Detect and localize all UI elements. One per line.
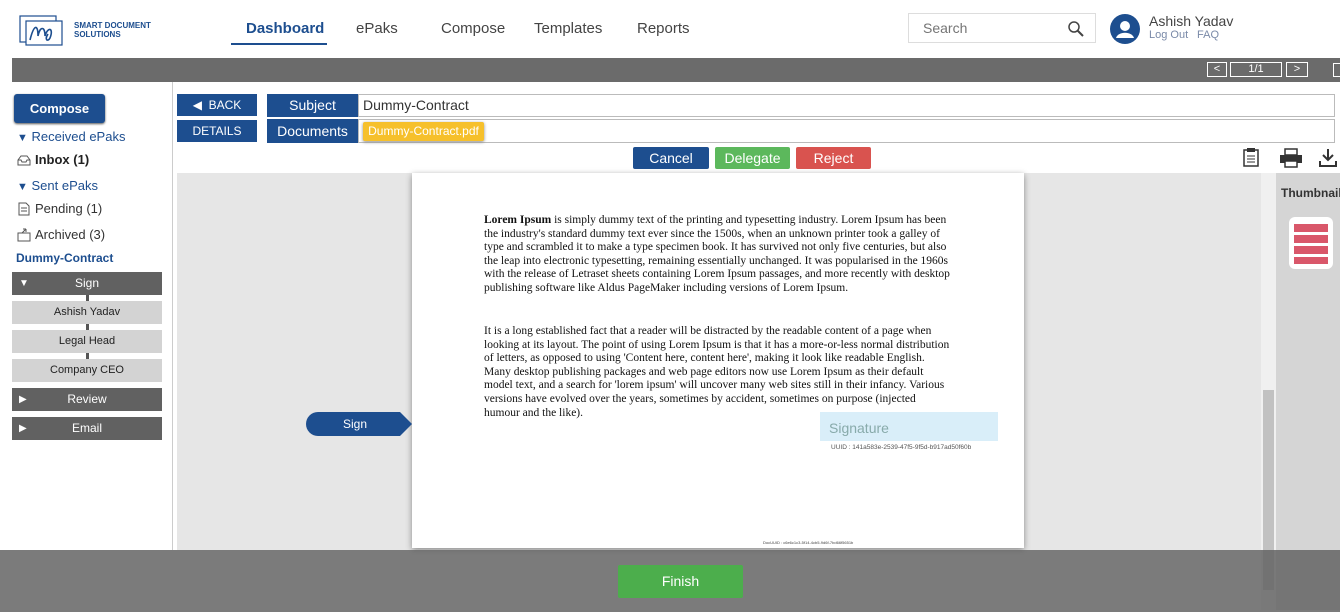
workflow-step-label: Email xyxy=(71,421,102,435)
fit-page-icon[interactable] xyxy=(1333,63,1340,77)
faq-link[interactable]: FAQ xyxy=(1197,29,1219,41)
page-thumbnail[interactable] xyxy=(1288,216,1334,270)
nav-dashboard[interactable]: Dashboard xyxy=(246,20,324,37)
brand-line-1: SMART DOCUMENT xyxy=(74,21,151,30)
back-button[interactable]: ◀ BACK xyxy=(177,94,257,116)
divider xyxy=(172,82,173,550)
inbox-icon xyxy=(17,155,31,166)
sidebar-item-pending[interactable]: Pending (1) xyxy=(35,201,102,216)
paragraph-2: It is a long established fact that a rea… xyxy=(484,325,950,419)
signer-company-ceo[interactable]: Company CEO xyxy=(12,359,162,382)
search-icon[interactable] xyxy=(1066,20,1086,38)
sent-epaks-header[interactable]: ▼ Sent ePaks xyxy=(17,178,98,193)
thumbnails-title: Thumbnails xyxy=(1281,186,1340,200)
search-input[interactable] xyxy=(909,14,1059,42)
workflow-step-email[interactable]: ▶ Email xyxy=(12,417,162,440)
documents-field xyxy=(358,119,1335,143)
nav-compose[interactable]: Compose xyxy=(441,20,505,37)
signer-legal-head[interactable]: Legal Head xyxy=(12,330,162,353)
nav-reports[interactable]: Reports xyxy=(637,20,690,37)
sidebar-item-inbox[interactable]: Inbox (1) xyxy=(35,152,89,167)
msb-logo-icon xyxy=(19,15,63,46)
print-icon[interactable] xyxy=(1279,148,1303,168)
sign-tag-label: Sign xyxy=(342,417,368,431)
document-title[interactable]: Dummy-Contract xyxy=(16,251,113,265)
prev-page-button[interactable]: < xyxy=(1207,62,1227,77)
documents-label: Documents xyxy=(267,119,358,143)
finish-button[interactable]: Finish xyxy=(618,565,743,598)
workflow-step-review[interactable]: ▶ Review xyxy=(12,388,162,411)
expand-icon: ▶ xyxy=(19,423,27,434)
nav-templates[interactable]: Templates xyxy=(534,20,602,37)
user-name: Ashish Yadav xyxy=(1149,13,1234,29)
paragraph-1-text: is simply dummy text of the printing and… xyxy=(484,214,950,294)
expand-icon: ▶ xyxy=(19,394,27,405)
back-label: BACK xyxy=(208,98,242,112)
workflow-step-label: Sign xyxy=(74,276,100,290)
reject-button[interactable]: Reject xyxy=(796,147,871,169)
paragraph-1: Lorem Ipsum is simply dummy text of the … xyxy=(484,214,954,296)
details-button[interactable]: DETAILS xyxy=(177,120,257,142)
workflow-step-label: Review xyxy=(67,392,107,406)
signer-ashish-yadav[interactable]: Ashish Yadav xyxy=(12,301,162,324)
workflow-step-sign[interactable]: ▼ Sign xyxy=(12,272,162,295)
signature-uuid: UUID : 141a583e-2539-47f5-9f5d-b917ad50f… xyxy=(831,444,972,451)
sidebar-item-archived[interactable]: Archived (3) xyxy=(35,227,105,242)
avatar[interactable] xyxy=(1110,14,1140,44)
received-epaks-header[interactable]: ▼ Received ePaks xyxy=(17,129,125,144)
subject-label: Subject xyxy=(267,94,358,117)
archive-icon xyxy=(17,228,31,242)
collapse-icon: ▼ xyxy=(19,278,29,289)
signature-field[interactable]: Signature xyxy=(820,412,998,441)
document-uuid: DocUUID : c6e6c1c3-5f14-4cb5-9d6f-7bd66f… xyxy=(763,540,854,545)
compose-button[interactable]: Compose xyxy=(14,94,105,123)
sign-here-tag[interactable]: Sign xyxy=(306,412,412,436)
brand-line-2: SOLUTIONS xyxy=(74,30,121,39)
download-icon[interactable] xyxy=(1318,148,1338,168)
page-indicator: 1/1 xyxy=(1230,62,1282,77)
delegate-button[interactable]: Delegate xyxy=(715,147,790,169)
subject-field[interactable]: Dummy-Contract xyxy=(358,94,1335,117)
user-icon xyxy=(1116,21,1134,38)
paragraph-1-lead: Lorem Ipsum xyxy=(484,214,552,226)
page-toolbar xyxy=(12,58,1340,82)
nav-epaks[interactable]: ePaks xyxy=(356,20,398,37)
document-info-icon[interactable] xyxy=(1243,147,1259,167)
next-page-button[interactable]: > xyxy=(1286,62,1308,77)
cancel-button[interactable]: Cancel xyxy=(633,147,709,169)
sent-epaks-label: Sent ePaks xyxy=(31,178,99,193)
pending-icon xyxy=(18,202,30,216)
logout-link[interactable]: Log Out xyxy=(1149,29,1188,41)
document-chip[interactable]: Dummy-Contract.pdf xyxy=(363,122,484,141)
received-epaks-label: Received ePaks xyxy=(31,129,126,144)
nav-active-indicator xyxy=(231,43,327,45)
back-arrow-icon: ◀ xyxy=(192,98,202,112)
brand-name: SMART DOCUMENT SOLUTIONS xyxy=(74,21,164,39)
